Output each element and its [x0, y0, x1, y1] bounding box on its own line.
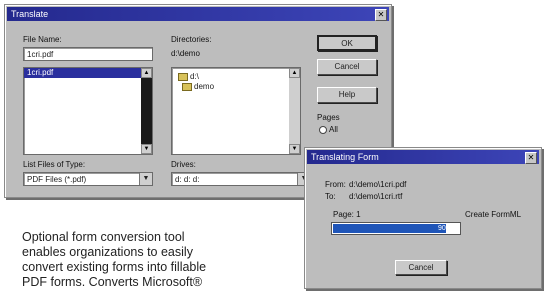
file-list-item[interactable]: 1cri.pdf [24, 68, 152, 78]
close-icon[interactable]: ✕ [375, 9, 387, 21]
scroll-up-icon[interactable]: ▲ [141, 68, 152, 78]
translating-form-title: Translating Form [311, 152, 379, 162]
caption: Optional form conversion tool enables or… [22, 230, 280, 290]
to-label: To: [325, 192, 336, 201]
ok-button[interactable]: OK [317, 35, 377, 51]
file-type-select[interactable]: PDF Files (*.pdf) ▼ [23, 172, 153, 186]
translating-form-dialog: Translating Form ✕ From: d:\demo\1cri.pd… [304, 147, 542, 289]
file-type-value: PDF Files (*.pdf) [27, 175, 87, 184]
list-files-type-label: List Files of Type: [23, 160, 86, 169]
drives-value: d: d: d: [175, 175, 200, 184]
folder-icon [182, 82, 192, 91]
folder-open-icon [178, 72, 188, 81]
drives-label: Drives: [171, 160, 196, 169]
file-name-label: File Name: [23, 35, 62, 44]
from-value: d:\demo\1cri.pdf [349, 180, 407, 189]
file-list-scrollbar[interactable]: ▲ ▼ [141, 68, 152, 154]
scroll-up-icon[interactable]: ▲ [289, 68, 300, 78]
directories-label: Directories: [171, 35, 212, 44]
file-name-input[interactable]: 1cri.pdf [23, 47, 153, 61]
to-value: d:\demo\1cri.rtf [349, 192, 403, 201]
page-counter: Page: 1 [333, 210, 361, 219]
directories-path: d:\demo [171, 49, 200, 58]
drives-select[interactable]: d: d: d: ▼ [171, 172, 311, 186]
create-formml-label: Create FormML [465, 210, 522, 219]
close-icon[interactable]: ✕ [525, 152, 537, 164]
progress-fill [333, 224, 446, 233]
file-list[interactable]: 1cri.pdf ▲ ▼ [23, 67, 153, 155]
cancel-button[interactable]: Cancel [317, 59, 377, 75]
progress-bar: 90% [331, 222, 461, 235]
scroll-down-icon[interactable]: ▼ [289, 144, 300, 154]
help-button[interactable]: Help [317, 87, 377, 103]
translate-dialog-title: Translate [11, 9, 49, 19]
chevron-down-icon[interactable]: ▼ [139, 173, 152, 185]
caption-line: enables organizations to easily [22, 245, 193, 259]
translating-form-titlebar[interactable]: Translating Form ✕ [307, 150, 539, 164]
caption-line: convert existing forms into fillable [22, 260, 207, 274]
caption-line: PDF forms. Converts Microsoft® [22, 275, 203, 289]
pages-label: Pages [317, 113, 340, 122]
directory-tree[interactable]: d:\ demo ▲ ▼ [171, 67, 301, 155]
from-label: From: [325, 180, 346, 189]
translate-dialog-titlebar[interactable]: Translate ✕ [7, 7, 389, 21]
cancel-translation-button[interactable]: Cancel [395, 260, 447, 275]
caption-line: Optional form conversion tool [22, 230, 185, 244]
directory-scrollbar[interactable]: ▲ ▼ [289, 68, 300, 154]
tree-item-demo[interactable]: demo [172, 82, 300, 92]
pages-all-option[interactable]: All [319, 125, 338, 134]
scroll-down-icon[interactable]: ▼ [141, 144, 152, 154]
tree-item-root[interactable]: d:\ [172, 72, 300, 82]
radio-icon[interactable] [319, 125, 327, 134]
progress-percent: 90% [437, 225, 452, 232]
